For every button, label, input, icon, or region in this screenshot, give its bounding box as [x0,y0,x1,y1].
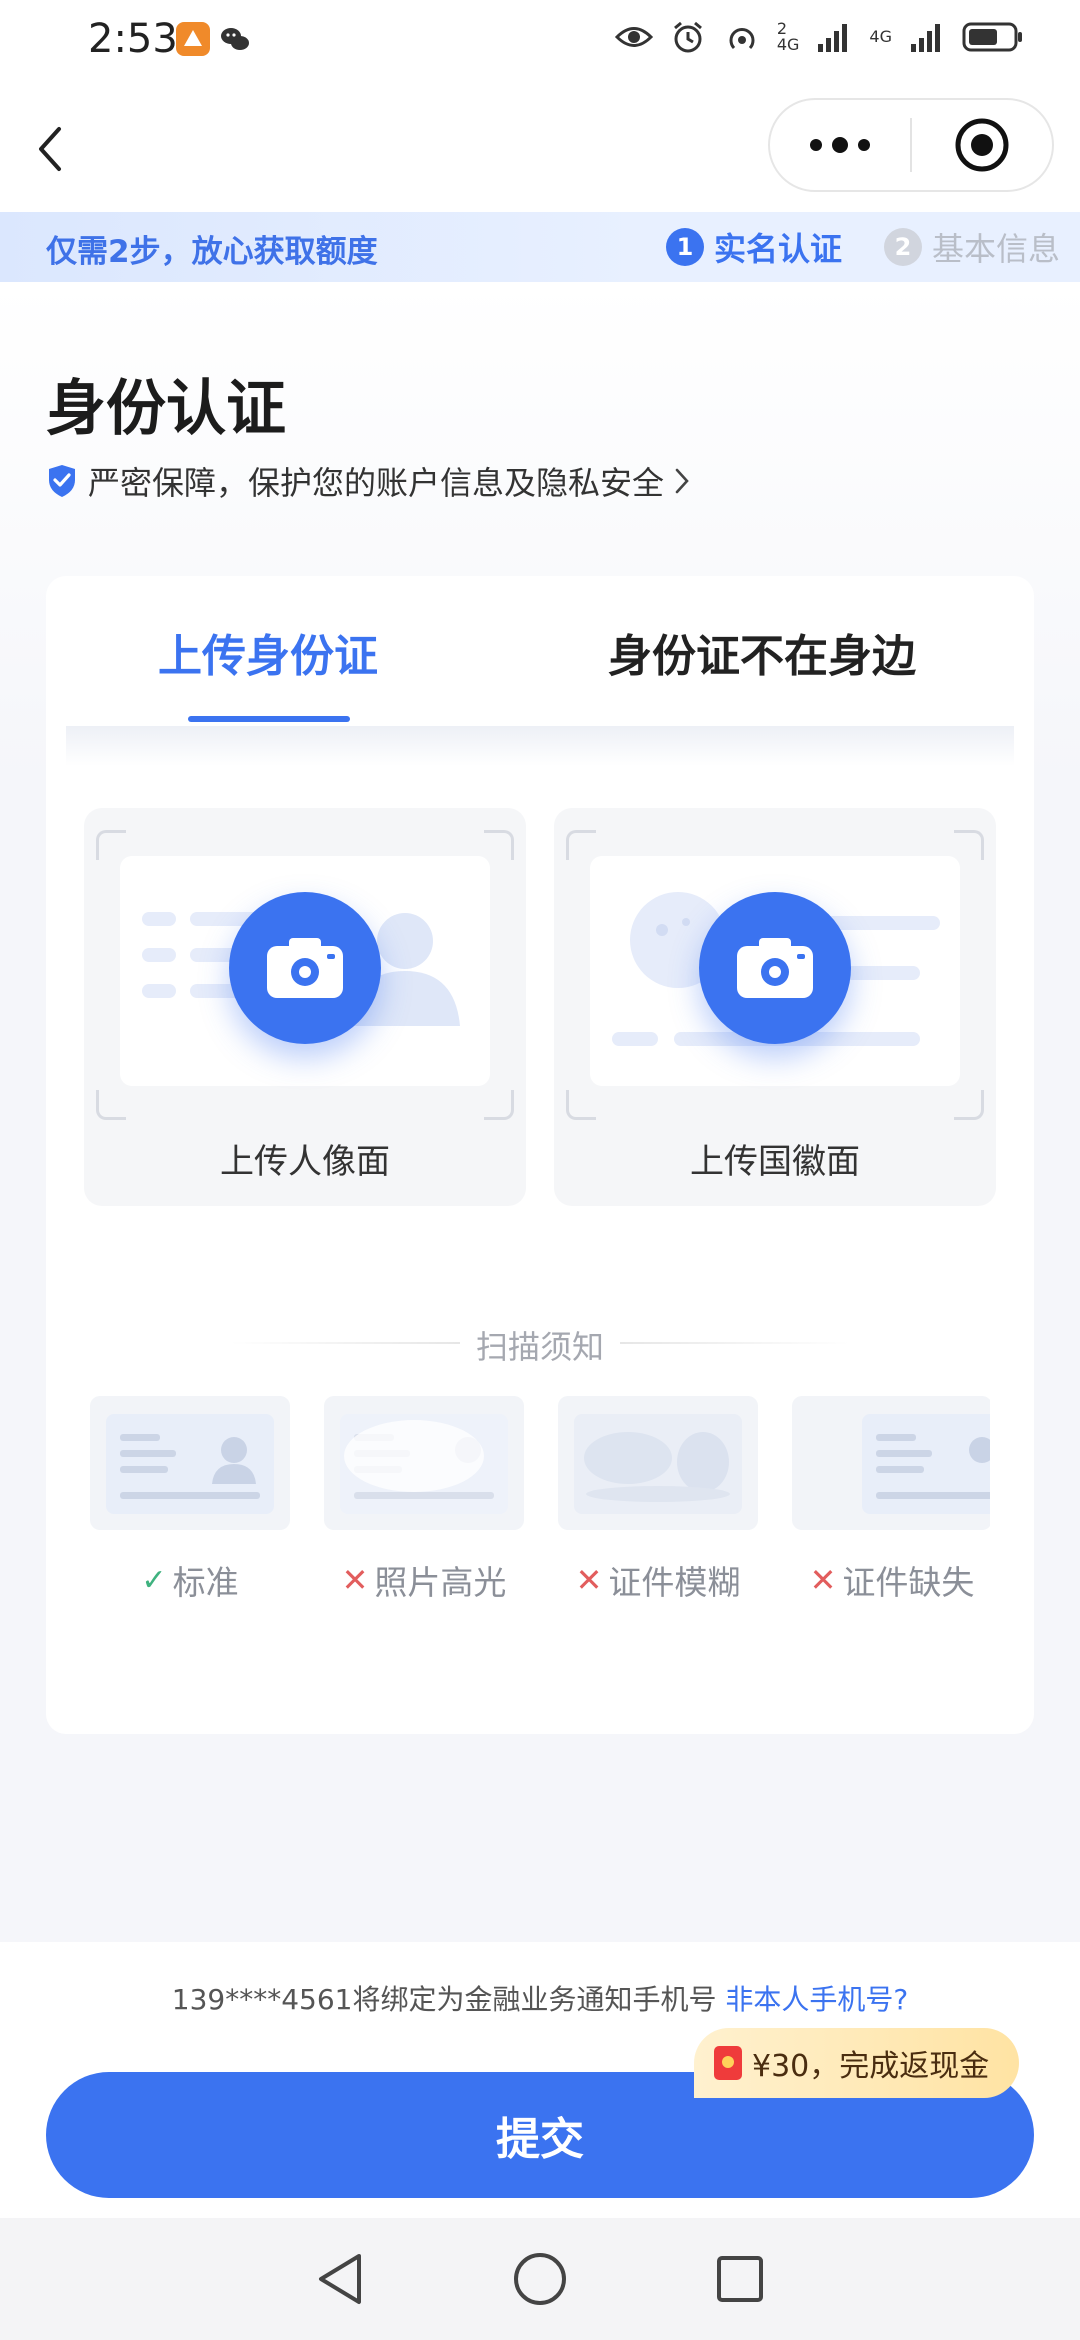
camera-button[interactable] [229,892,381,1044]
cross-icon: ✕ [341,1561,369,1599]
step-2-number: 2 [884,228,922,266]
upload-tabs: 上传身份证 身份证不在身边 [46,576,1034,726]
mini-program-capsule [768,98,1054,192]
eye-icon [614,18,653,56]
check-icon: ✓ [141,1562,167,1598]
upload-portrait-label: 上传人像面 [220,1142,390,1182]
system-recents-button[interactable] [705,2244,775,2314]
cross-icon: ✕ [809,1561,837,1599]
back-button[interactable] [20,114,80,184]
back-triangle-icon [319,2254,361,2304]
step-1-number: 1 [666,228,704,266]
app-notification-icon [176,22,210,56]
frame-corner [484,830,514,860]
sample-label: 照片高光 [374,1563,507,1602]
signal-icon [908,18,946,56]
network-2-type: 4G [869,27,892,46]
sample-image [90,1396,290,1530]
page-title: 身份认证 [46,374,286,444]
hotspot-icon [723,18,761,56]
tabs-divider-shadow [66,726,1014,766]
step-1: 1 实名认证 [648,212,868,282]
wechat-icon [218,22,252,56]
frame-corner [566,830,596,860]
camera-icon [267,938,343,998]
scan-notice-title: 扫描须知 [475,1328,604,1366]
step-2: 2 基本信息 [884,212,1060,282]
security-notice[interactable]: 严密保障，保护您的账户信息及隐私安全 [46,458,690,504]
upload-emblem-side[interactable]: 上传国徽面 [554,808,996,1206]
cross-icon: ✕ [575,1561,603,1599]
frame-corner [96,830,126,860]
chevron-right-icon [675,468,689,494]
sample-image [324,1396,524,1530]
system-home-button[interactable] [505,2244,575,2314]
not-my-phone-link[interactable]: 非本人手机号? [725,1983,908,2016]
upload-emblem-label: 上传国徽面 [690,1142,860,1182]
frame-corner [566,1090,596,1120]
more-button[interactable] [770,100,910,190]
cashback-badge: ¥30，完成返现金 [694,2028,1020,2098]
sample-label: 标准 [172,1563,239,1602]
sample-image [558,1396,758,1530]
home-circle-icon [514,2253,566,2305]
sample-standard: ✓ 标准 [90,1396,290,1604]
phone-binding-notice: 139****4561将绑定为金融业务通知手机号 非本人手机号? [0,1978,1080,2018]
divider-line [620,1342,850,1344]
steps-banner: 仅需2步，放心获取额度 1 实名认证 2 基本信息 [0,212,1080,282]
status-time: 2:53 [88,16,178,62]
camera-icon [737,938,813,998]
scan-samples: ✓ 标准 ✕ 照片高光 ✕ 证件模糊 ✕ 证件缺失 [90,1396,990,1636]
security-text: 严密保障，保护您的账户信息及隐私安全 [88,464,665,502]
network-1-type: 4G [776,35,800,54]
tab-id-not-present[interactable]: 身份证不在身边 [608,620,916,684]
system-nav-bar [0,2218,1080,2340]
sample-cropped: ✕ 证件缺失 [792,1396,990,1604]
shield-check-icon [49,465,75,497]
cashback-text: ¥30，完成返现金 [752,2049,990,2084]
red-envelope-icon [714,2046,742,2080]
frame-corner [484,1090,514,1120]
nav-bar [0,84,1080,212]
step-1-label: 实名认证 [714,230,843,268]
binding-text: 139****4561将绑定为金融业务通知手机号 [171,1983,717,2016]
close-mini-program-button[interactable] [912,100,1052,190]
upload-portrait-side[interactable]: 上传人像面 [84,808,526,1206]
step-2-label: 基本信息 [932,230,1061,268]
tab-upload-id[interactable]: 上传身份证 [158,620,378,684]
sample-image [792,1396,990,1530]
active-tab-indicator [188,716,350,722]
sample-label: 证件缺失 [842,1563,975,1602]
alarm-icon [669,18,707,56]
status-bar: 2:53 2 4G 4G [0,0,1080,84]
footer: 139****4561将绑定为金融业务通知手机号 非本人手机号? 提交 ¥30，… [0,1942,1080,2218]
page: 2:53 2 4G 4G 仅需2步，放心获取额度 1 实名认证 2 基本信息 身… [0,0,1080,2340]
sample-label: 证件模糊 [608,1563,741,1602]
network-1: 2 4G [777,21,800,53]
recents-square-icon [717,2256,763,2302]
more-dots-icon [810,137,870,153]
steps-tagline: 仅需2步，放心获取额度 [46,234,378,270]
mini-program-close-icon [955,118,1009,172]
signal-icon [815,18,853,56]
id-card-upload-panel: 上传身份证 身份证不在身边 上传人像面 上传国徽面 扫描须知 ✓ 标准 ✕ 照片… [46,576,1034,1734]
frame-corner [96,1090,126,1120]
back-arrow-icon [39,127,61,171]
status-icons: 2 4G 4G [614,18,1024,56]
frame-corner [954,1090,984,1120]
system-back-button[interactable] [305,2244,375,2314]
scan-notice-header: 扫描须知 [46,1312,1034,1372]
frame-corner [954,830,984,860]
camera-button[interactable] [699,892,851,1044]
sample-blurry: ✕ 证件模糊 [558,1396,758,1604]
sample-glare: ✕ 照片高光 [324,1396,524,1604]
battery-icon [962,18,1024,56]
